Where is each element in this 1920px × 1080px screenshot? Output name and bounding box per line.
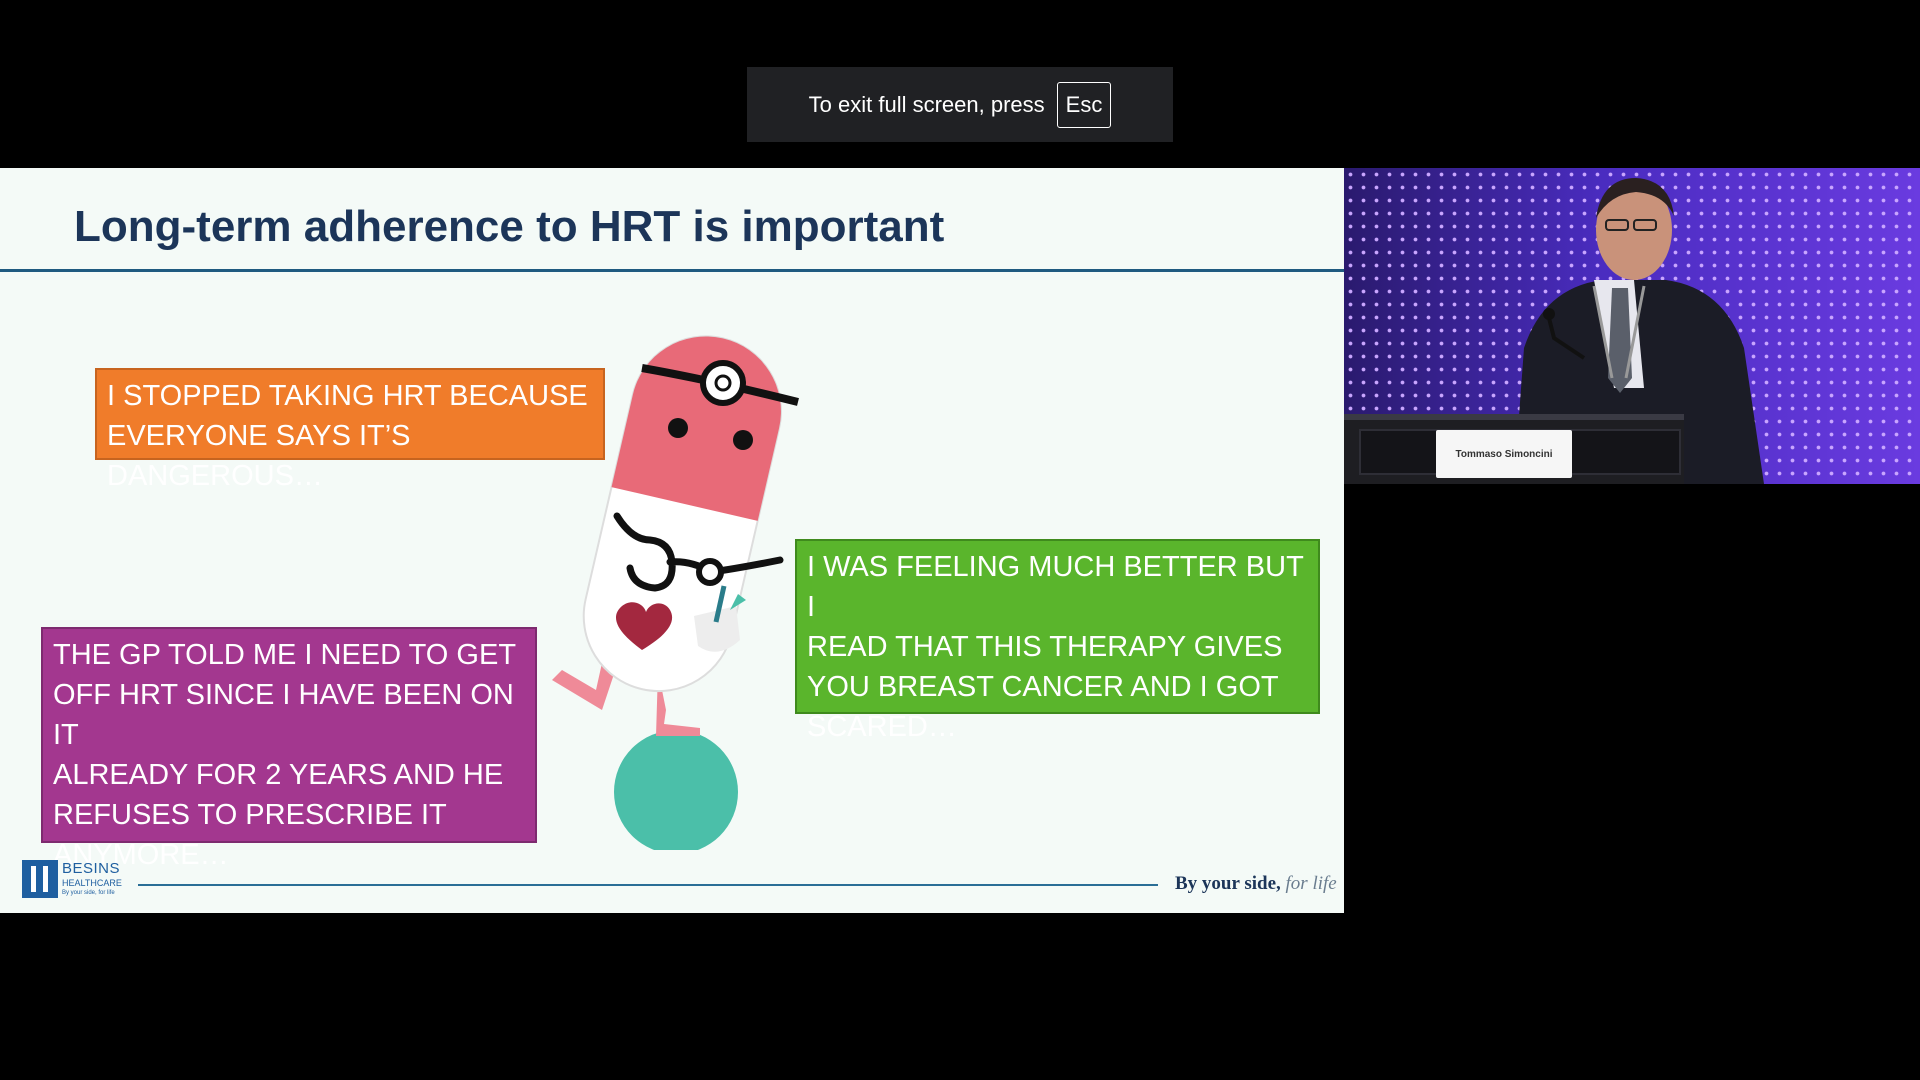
besins-logo-mark — [22, 860, 58, 898]
eye-right — [733, 430, 753, 450]
footer-divider — [138, 884, 1158, 886]
fullscreen-screen: To exit full screen, press Esc Long-term… — [0, 0, 1920, 1080]
logo-brand: BESINS — [62, 860, 121, 877]
presentation-slide: Long-term adherence to HRT is important … — [0, 168, 1344, 913]
head-mirror-icon — [700, 360, 746, 406]
speaker-nameplate: Tommaso Simoncini — [1436, 430, 1572, 478]
speaker-figure — [1344, 178, 1764, 484]
logo-tagline: By your side, for life — [62, 890, 115, 896]
eye-left — [668, 418, 688, 438]
fullscreen-message: To exit full screen, press — [808, 91, 1045, 117]
quote-box-green: I WAS FEELING MUCH BETTER BUT I READ THA… — [795, 539, 1320, 743]
slide-title: Long-term adherence to HRT is important — [74, 202, 945, 251]
esc-key: Esc — [1056, 81, 1112, 128]
fullscreen-exit-notice: To exit full screen, press Esc — [747, 67, 1173, 142]
footer-tagline: By your side, for life — [1175, 873, 1337, 895]
quote-box-orange: I STOPPED TAKING HRT BECAUSE EVERYONE SA… — [95, 368, 605, 492]
quote-box-purple: THE GP TOLD ME I NEED TO GET OFF HRT SIN… — [41, 627, 537, 871]
ball-shape — [614, 730, 738, 850]
title-divider — [0, 269, 1344, 272]
pill-top — [611, 336, 781, 521]
speaker-video: Tommaso Simoncini — [1344, 168, 1920, 484]
doctor-pill-illustration — [552, 335, 799, 850]
tagline-main: By your side, — [1175, 873, 1281, 894]
tagline-script: for life — [1285, 873, 1337, 894]
logo-subtitle: HEALTHCARE — [62, 878, 122, 888]
besins-logo: BESINS HEALTHCARE By your side, for life — [22, 858, 122, 900]
